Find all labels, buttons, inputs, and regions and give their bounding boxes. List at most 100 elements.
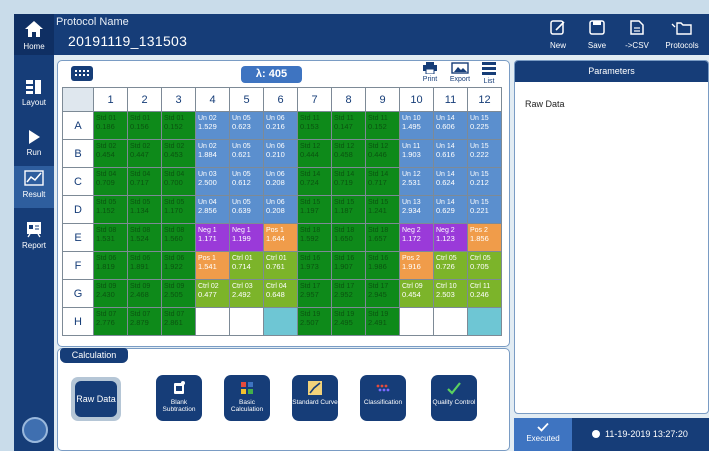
plate-well[interactable]: Blk 1 0.188	[229, 307, 264, 336]
plate-well[interactable]: Ctrl 01 0.761	[263, 251, 298, 280]
plate-well[interactable]: Ctrl 03 2.492	[229, 279, 264, 308]
avatar[interactable]	[22, 417, 48, 443]
plate-well[interactable]: Un 03 2.500	[195, 167, 230, 196]
plate-well[interactable]: Ctrl 09 0.454	[399, 279, 434, 308]
plate-well[interactable]: Un 02 1.529	[195, 111, 230, 140]
plate-well[interactable]: Std 09 2.430	[93, 279, 128, 308]
plate-well[interactable]: Un 14 0.629	[433, 195, 468, 224]
plate-well[interactable]: Std 06 1.891	[127, 251, 162, 280]
plate-well[interactable]: Ctrl 01 0.714	[229, 251, 264, 280]
plate-well[interactable]: Std 19 2.495	[331, 307, 366, 336]
sidebar-item-report[interactable]: Report	[14, 221, 54, 250]
plate-well[interactable]: Std 05 1.170	[161, 195, 196, 224]
plate-well[interactable]: Std 19 2.507	[297, 307, 332, 336]
plate-well[interactable]: Std 04 0.717	[127, 167, 162, 196]
plate-well[interactable]: Std 07 2.879	[127, 307, 162, 336]
plate-well[interactable]: Std 19 2.491	[365, 307, 400, 336]
plate-well[interactable]: Std 04 0.709	[93, 167, 128, 196]
plate-well[interactable]: Std 01 0.156	[127, 111, 162, 140]
plate-well[interactable]: Std 16 1.973	[297, 251, 332, 280]
plate-well[interactable]: Neg 2 1.172	[399, 223, 434, 252]
quality-control-button[interactable]: Quality Control	[431, 375, 477, 421]
plate-well[interactable]: Std 07 2.861	[161, 307, 196, 336]
classification-button[interactable]: Classification	[360, 375, 406, 421]
plate-well[interactable]: Std 05 1.152	[93, 195, 128, 224]
plate-well[interactable]: Un 12 2.531	[399, 167, 434, 196]
plate-well[interactable]: Std 17 2.945	[365, 279, 400, 308]
plate-well[interactable]: Un 15 0.222	[467, 139, 502, 168]
plate-well[interactable]: Std 15 1.241	[365, 195, 400, 224]
plate-well[interactable]: Un 04 2.856	[195, 195, 230, 224]
export-button[interactable]: Export	[447, 62, 473, 83]
plate-well[interactable]	[263, 307, 298, 336]
plate-well[interactable]: Std 12 0.446	[365, 139, 400, 168]
plate-well[interactable]: Std 11 0.152	[365, 111, 400, 140]
plate-well[interactable]: Std 01 0.186	[93, 111, 128, 140]
plate-well[interactable]: Std 01 0.152	[161, 111, 196, 140]
plate-well[interactable]: Un 15 0.221	[467, 195, 502, 224]
home-button[interactable]: Home	[14, 14, 54, 55]
plate-well[interactable]: Pos 2 1.856	[467, 223, 502, 252]
calculation-tab[interactable]: Calculation	[60, 348, 128, 363]
export-csv-button[interactable]: ->CSV	[617, 20, 657, 50]
plate-well[interactable]: Std 15 1.197	[297, 195, 332, 224]
plate-well[interactable]: Std 17 2.957	[297, 279, 332, 308]
plate-well[interactable]: Un 14 0.616	[433, 139, 468, 168]
executed-status[interactable]: Executed	[514, 418, 572, 451]
plate-well[interactable]: Blk 1 0.170	[195, 307, 230, 336]
plate-well[interactable]: Un 05 0.623	[229, 111, 264, 140]
wavelength-selector[interactable]: λ: 405	[241, 66, 302, 83]
plate-view-toggle[interactable]	[71, 66, 93, 81]
raw-data-button[interactable]: Raw Data	[75, 381, 117, 417]
plate-well[interactable]	[467, 307, 502, 336]
plate-well[interactable]: Ctrl 05 0.705	[467, 251, 502, 280]
plate-well[interactable]: Std 15 1.187	[331, 195, 366, 224]
plate-well[interactable]: Un 05 0.639	[229, 195, 264, 224]
plate-well[interactable]: Blk 2 0.213	[399, 307, 434, 336]
plate-well[interactable]: Un 06 0.208	[263, 195, 298, 224]
plate-well[interactable]: Un 15 0.212	[467, 167, 502, 196]
plate-well[interactable]: Std 12 0.458	[331, 139, 366, 168]
plate-well[interactable]: Std 16 1.986	[365, 251, 400, 280]
plate-well[interactable]: Std 08 1.531	[93, 223, 128, 252]
plate-well[interactable]: Std 09 2.468	[127, 279, 162, 308]
plate-well[interactable]: Std 08 1.560	[161, 223, 196, 252]
plate-well[interactable]: Un 06 0.208	[263, 167, 298, 196]
sidebar-item-result[interactable]: Result	[14, 166, 54, 208]
plate-well[interactable]: Ctrl 04 0.648	[263, 279, 298, 308]
plate-well[interactable]: Un 13 2.934	[399, 195, 434, 224]
plate-well[interactable]: Neg 1 1.171	[195, 223, 230, 252]
plate-well[interactable]: Std 14 0.724	[297, 167, 332, 196]
plate-well[interactable]: Ctrl 05 0.726	[433, 251, 468, 280]
plate-well[interactable]: Un 15 0.225	[467, 111, 502, 140]
basic-calculation-button[interactable]: Basic Calculation	[224, 375, 270, 421]
plate-well[interactable]: Un 02 1.884	[195, 139, 230, 168]
plate-well[interactable]: Un 06 0.210	[263, 139, 298, 168]
plate-well[interactable]: Pos 1 1.541	[195, 251, 230, 280]
plate-well[interactable]: Std 02 0.454	[93, 139, 128, 168]
plate-well[interactable]: Std 18 1.650	[331, 223, 366, 252]
plate-well[interactable]: Un 11 1.903	[399, 139, 434, 168]
plate-well[interactable]: Un 06 0.216	[263, 111, 298, 140]
save-button[interactable]: Save	[577, 20, 617, 50]
plate-well[interactable]: Un 14 0.606	[433, 111, 468, 140]
plate-well[interactable]: Ctrl 02 0.477	[195, 279, 230, 308]
list-button[interactable]: List	[476, 62, 502, 85]
new-button[interactable]: New	[538, 20, 578, 50]
plate-well[interactable]: Pos 2 1.916	[399, 251, 434, 280]
protocols-button[interactable]: Protocols	[662, 20, 702, 50]
plate-well[interactable]: Std 14 0.717	[365, 167, 400, 196]
plate-well[interactable]: Neg 1 1.199	[229, 223, 264, 252]
plate-well[interactable]: Std 16 1.907	[331, 251, 366, 280]
plate-well[interactable]: Neg 2 1.123	[433, 223, 468, 252]
sidebar-item-run[interactable]: Run	[14, 129, 54, 157]
plate-well[interactable]: Std 06 1.819	[93, 251, 128, 280]
plate-well[interactable]: Std 07 2.776	[93, 307, 128, 336]
plate-well[interactable]: Std 05 1.134	[127, 195, 162, 224]
plate-well[interactable]: Std 18 1.592	[297, 223, 332, 252]
plate-well[interactable]: Std 11 0.153	[297, 111, 332, 140]
plate-well[interactable]: Un 10 1.495	[399, 111, 434, 140]
plate-well[interactable]: Un 14 0.624	[433, 167, 468, 196]
plate-well[interactable]: Std 17 2.952	[331, 279, 366, 308]
plate-well[interactable]: Std 12 0.444	[297, 139, 332, 168]
